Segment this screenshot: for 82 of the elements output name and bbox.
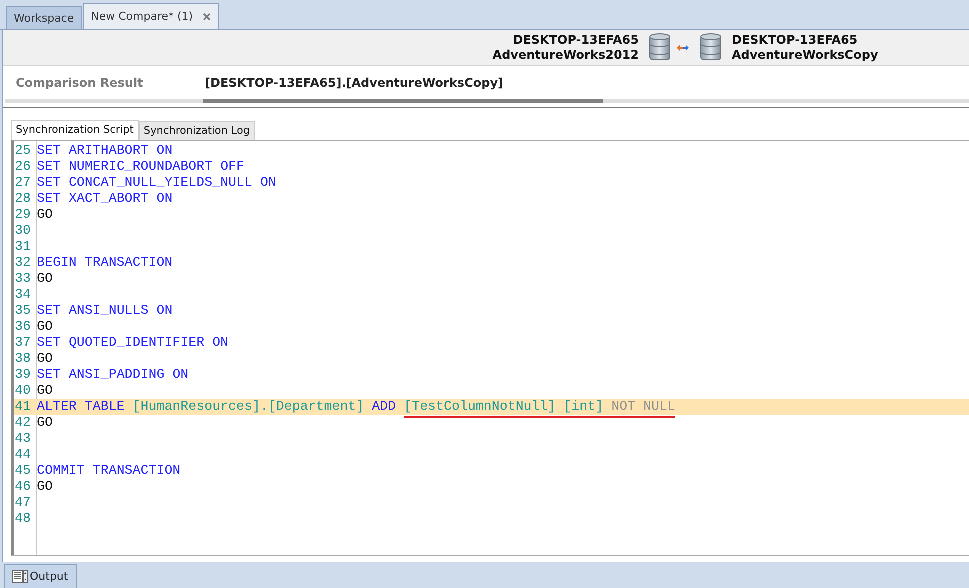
code-token: ON xyxy=(172,367,189,382)
line-number: 46 xyxy=(14,479,32,495)
line-number: 28 xyxy=(14,191,32,207)
code-token: GO xyxy=(37,415,53,430)
line-number: 47 xyxy=(14,495,32,511)
database-icon xyxy=(700,32,722,62)
script-tab[interactable]: Synchronization Script xyxy=(11,120,139,140)
line-number: 38 xyxy=(14,351,32,367)
code-token: SET xyxy=(37,175,61,190)
line-number: 25 xyxy=(14,143,32,159)
scroll-thumb[interactable] xyxy=(203,99,603,103)
code-token: SET xyxy=(37,303,61,318)
code-token: SET xyxy=(37,367,61,382)
comparison-result-label: Comparison Result xyxy=(16,76,144,90)
code-token: TRANSACTION xyxy=(92,463,181,478)
code-token: GO xyxy=(37,479,53,494)
line-number: 36 xyxy=(14,319,32,335)
code-token: GO xyxy=(37,207,53,222)
server-name: DESKTOP-13EFA65 xyxy=(732,32,859,48)
line-number: 45 xyxy=(14,463,32,479)
line-number: 34 xyxy=(14,287,32,303)
code-editor[interactable] xyxy=(11,140,969,556)
code-token: [HumanResources].[Department] xyxy=(132,399,364,414)
code-token: SET xyxy=(37,335,61,350)
code-token: GO xyxy=(37,351,53,366)
database-icon xyxy=(649,32,671,62)
code-token: ON xyxy=(260,175,276,190)
code-token: ANSI_PADDING xyxy=(68,367,165,382)
two-way-arrow-icon xyxy=(676,44,690,52)
database-name: AdventureWorksCopy xyxy=(732,48,878,62)
line-number: 27 xyxy=(14,175,32,191)
database-name: AdventureWorks2012 xyxy=(492,48,639,62)
list-icon xyxy=(12,570,28,583)
code-token: ALTER xyxy=(37,399,77,414)
line-number: 48 xyxy=(14,511,32,527)
code-token: ON xyxy=(156,143,173,158)
code-token: ON xyxy=(212,335,229,350)
code-token: COMMIT xyxy=(37,463,85,478)
code-token: BEGIN xyxy=(37,255,77,270)
code-token: ADD xyxy=(372,399,396,414)
line-number: 30 xyxy=(14,223,32,239)
code-token: NOT NULL xyxy=(612,399,676,414)
document-tab[interactable]: New Compare* (1) xyxy=(83,3,220,29)
code-token: ARITHABORT xyxy=(68,143,149,158)
code-token: SET xyxy=(37,159,61,174)
line-number: 31 xyxy=(14,239,32,255)
code-token: TABLE xyxy=(84,399,125,414)
line-number: 40 xyxy=(14,383,32,399)
code-token: QUOTED_IDENTIFIER xyxy=(68,335,205,350)
line-number: 41 xyxy=(14,399,32,415)
code-token: SET xyxy=(37,191,61,206)
code-token: GO xyxy=(37,383,53,398)
code-token: OFF xyxy=(220,159,245,174)
line-number: 26 xyxy=(14,159,32,175)
code-token: SET xyxy=(37,143,61,158)
line-number: 32 xyxy=(14,255,32,271)
server-name: DESKTOP-13EFA65 xyxy=(513,32,639,48)
close-icon[interactable] xyxy=(203,12,212,20)
script-tab[interactable]: Synchronization Log xyxy=(138,121,256,140)
scroll-bar[interactable] xyxy=(5,99,969,103)
document-tab[interactable]: Workspace xyxy=(6,6,82,29)
code-token: [TestColumnNotNull] xyxy=(404,399,556,414)
line-number: 37 xyxy=(14,335,32,351)
code-token: TRANSACTION xyxy=(84,255,173,270)
line-number: 44 xyxy=(14,447,32,463)
code-token: GO xyxy=(37,319,53,334)
code-token: CONCAT_NULL_YIELDS_NULL xyxy=(68,175,252,190)
line-number: 29 xyxy=(14,207,32,223)
code-token: GO xyxy=(37,271,53,286)
code-token: NUMERIC_ROUNDABORT xyxy=(68,159,213,174)
line-number: 33 xyxy=(14,271,32,287)
line-number: 35 xyxy=(14,303,32,319)
line-number: 43 xyxy=(14,431,32,447)
code-token: ANSI_NULLS xyxy=(68,303,149,318)
line-number: 39 xyxy=(14,367,32,383)
code-token: XACT_ABORT xyxy=(68,191,149,206)
output-tab[interactable]: Output xyxy=(4,564,78,588)
code-token: [int] xyxy=(564,399,604,414)
line-number: 42 xyxy=(14,415,32,431)
comparison-result-value: [DESKTOP-13EFA65].[AdventureWorksCopy] xyxy=(205,76,504,90)
code-token: ON xyxy=(156,191,173,206)
code-token: ON xyxy=(156,303,173,318)
